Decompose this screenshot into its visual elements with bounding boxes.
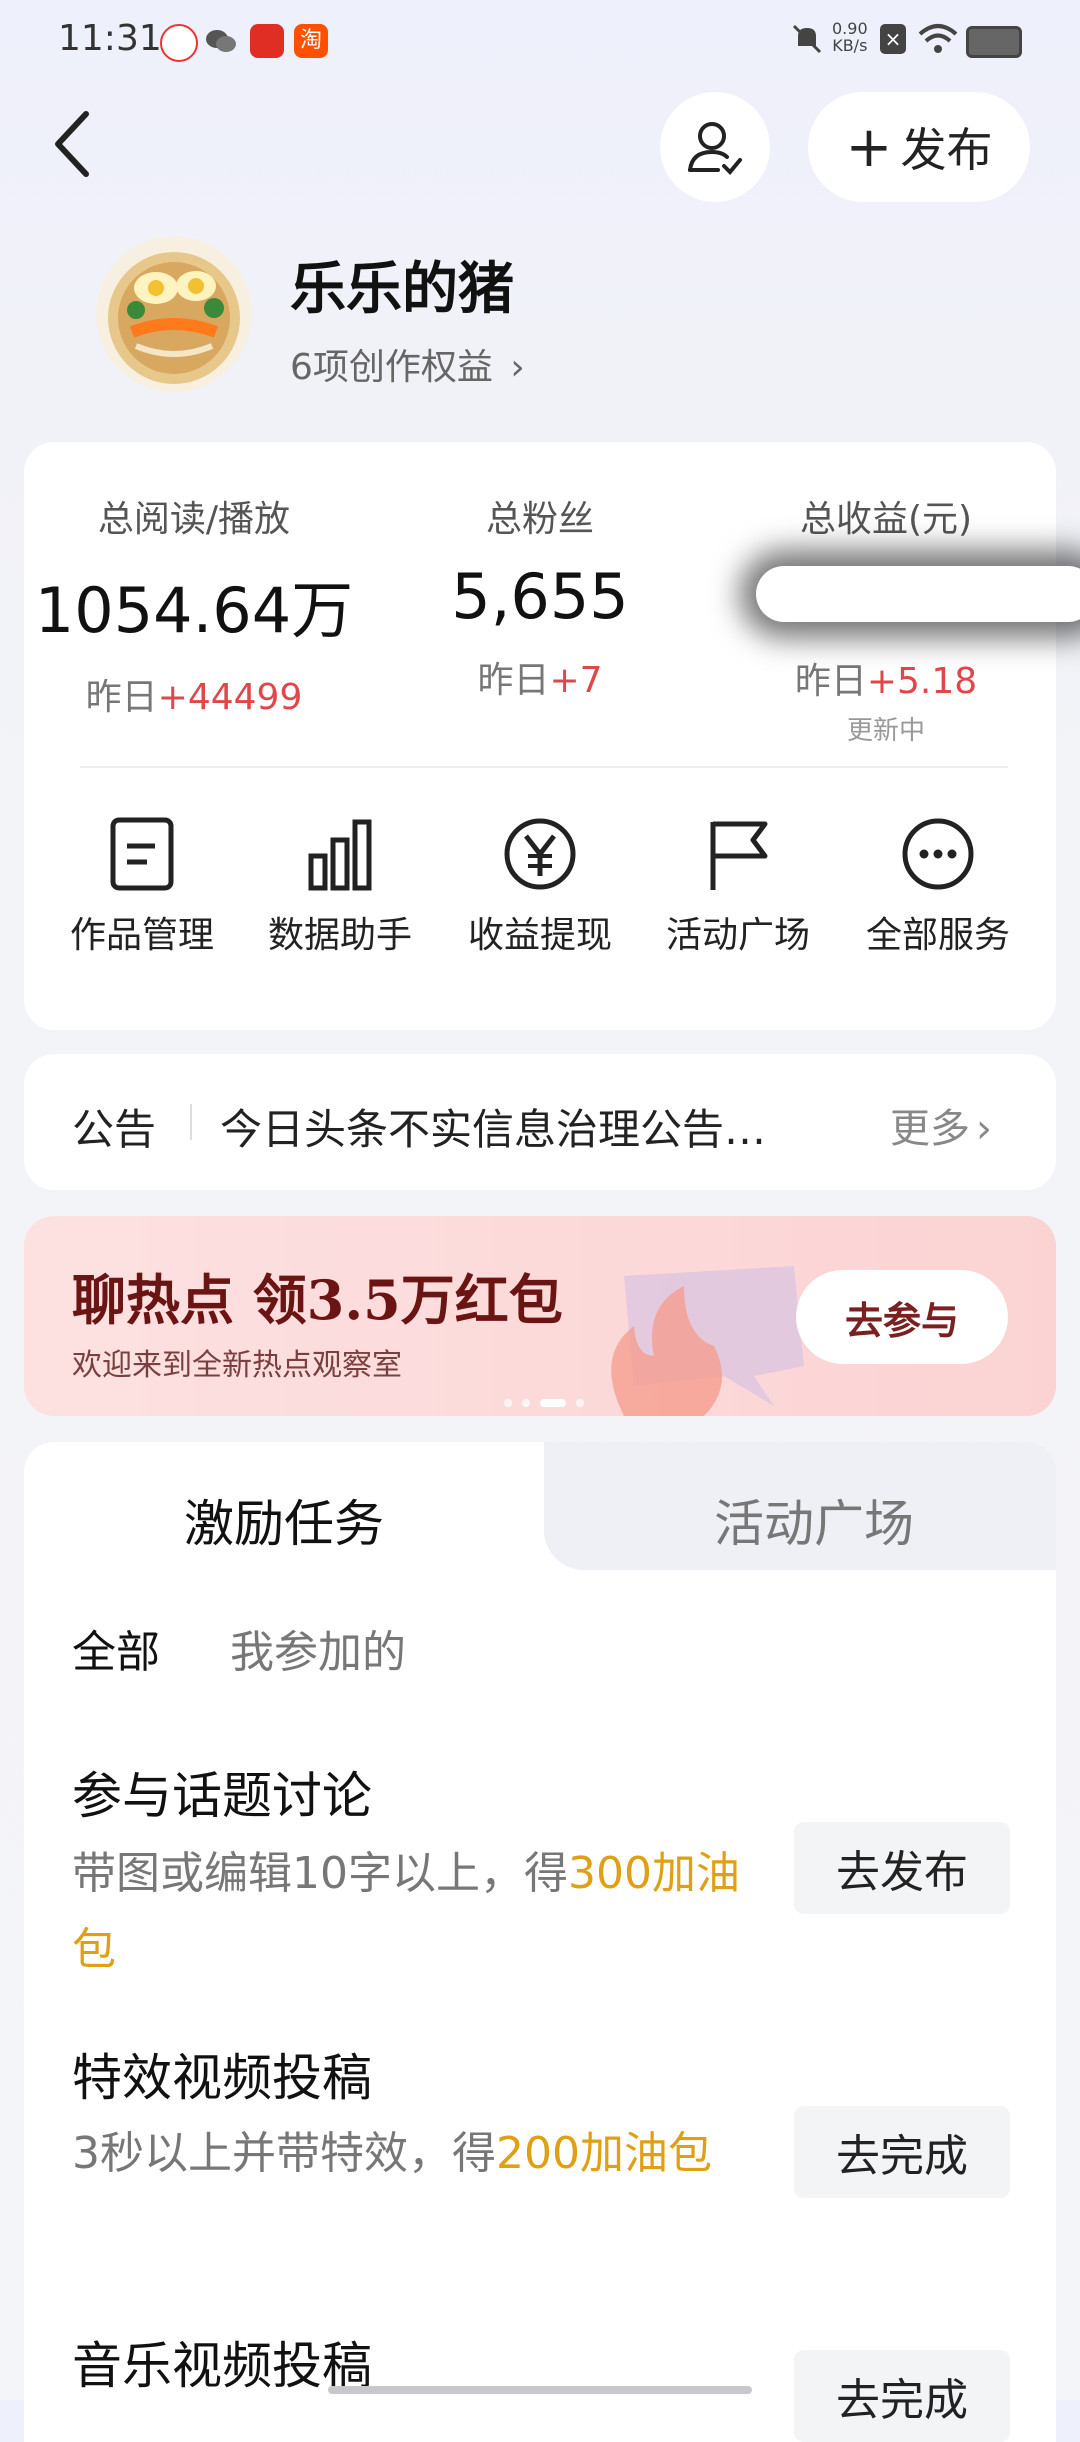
service-income-withdraw[interactable]: 收益提现 [442,816,638,958]
carousel-dot-active [540,1399,566,1407]
service-works-manage[interactable]: 作品管理 [44,816,240,958]
taobao-icon: 淘 [294,24,328,58]
creator-rights-label: 6项创作权益 [290,347,493,388]
wechat-icon [204,24,238,58]
back-button[interactable] [44,104,104,184]
service-label: 收益提现 [467,915,612,956]
service-activity-square[interactable]: 活动广场 [640,816,836,958]
app-red-icon [160,24,198,62]
close-box-icon: × [880,24,906,54]
task-desc: 带图或编辑10字以上，得300加油包 [72,1836,772,1988]
stat-yesterday-delta: +44499 [157,677,303,718]
stat-label: 总粉丝 [485,499,594,540]
publish-label: 发布 [900,123,993,177]
stat-updating-note: 更新中 [846,716,925,746]
stat-label: 总收益(元) [799,499,973,540]
task-reward: 200加油包 [496,2128,712,2179]
service-label: 全部服务 [865,915,1010,956]
mute-icon [790,22,824,60]
stat-total-reads[interactable]: 总阅读/播放 1054.64万 昨日+44499 [24,490,364,720]
notice-text: 今日头条不实信息治理公告… [220,1105,767,1154]
banner-subtitle: 欢迎来到全新热点观察室 [72,1348,402,1383]
profile-name: 乐乐的猪 [290,257,514,322]
carousel-dot [522,1399,530,1407]
tab-incentive-tasks[interactable]: 激励任务 [184,1484,384,1556]
task-title: 特效视频投稿 [72,2049,372,2107]
stat-value: 1054.64万 [34,574,354,647]
service-all-services[interactable]: 全部服务 [840,816,1036,958]
carousel-dot [576,1399,584,1407]
service-label: 活动广场 [665,915,810,956]
stat-value: 5,655 [451,560,629,633]
chevron-right-icon: › [976,1106,992,1152]
divider [80,766,1008,768]
notice-more-link[interactable]: 更多 › [890,1096,992,1154]
redaction-scribble [756,566,1080,622]
stat-yesterday: 昨日+7 [370,651,710,703]
go-complete-button[interactable]: 去完成 [794,2106,1010,2198]
stat-yesterday-label: 昨日 [477,660,550,701]
stat-total-fans[interactable]: 总粉丝 5,655 昨日+7 [370,490,710,703]
chevron-right-icon: › [510,347,525,388]
notice-bar[interactable]: 公告 今日头条不实信息治理公告… 更多 › [24,1054,1056,1190]
go-publish-button[interactable]: 去发布 [794,1822,1010,1914]
banner-title: 聊热点 领3.5万红包 [72,1268,563,1332]
stat-yesterday: 昨日+5.18 [716,652,1056,704]
document-icon [110,817,174,891]
stat-yesterday-label: 昨日 [794,661,867,702]
more-icon [902,818,974,890]
stat-total-income[interactable]: 总收益(元) 昨日+5.18 更新中 [716,490,1080,747]
publish-button[interactable]: + 发布 [808,92,1030,202]
status-time: 11:31 [58,18,162,59]
filter-all[interactable]: 全部 [72,1616,160,1680]
stat-yesterday: 昨日+44499 [24,668,364,720]
carousel-dots [504,1392,594,1411]
service-label: 作品管理 [69,915,214,956]
battery-icon [966,26,1022,58]
avatar[interactable] [96,236,252,392]
stat-value-redacted [716,560,1080,634]
bar-chart-icon [308,819,372,891]
pinduoduo-icon [250,24,284,58]
service-data-assistant[interactable]: 数据助手 [242,816,438,958]
task-desc-text: 带图或编辑10字以上，得 [72,1848,568,1899]
notice-label: 公告 [72,1105,157,1154]
divider [190,1104,192,1140]
flag-icon [710,821,768,890]
tab-activity-square[interactable]: 活动广场 [714,1484,914,1556]
chat-fire-illustration [611,1266,804,1416]
promo-banner[interactable]: 聊热点 领3.5万红包 欢迎来到全新热点观察室 去参与 [24,1216,1056,1416]
task-title: 音乐视频投稿 [72,2337,372,2395]
creator-rights-link[interactable]: 6项创作权益 › [290,338,525,390]
yuan-icon [504,818,576,890]
wifi-icon [918,22,958,60]
net-speed: 0.90 KB/s [832,20,868,54]
stat-yesterday-label: 昨日 [85,677,158,718]
task-title: 参与话题讨论 [72,1767,372,1825]
home-indicator[interactable] [328,2386,752,2394]
stat-label: 总阅读/播放 [97,499,291,540]
task-desc-text: 3秒以上并带特效，得 [72,2128,496,2179]
service-label: 数据助手 [267,915,412,956]
user-switch-button[interactable] [660,92,770,202]
tasks-panel: 激励任务 活动广场 全部 我参加的 参与话题讨论 带图或编辑10字以上，得300… [24,1442,1056,2442]
filter-joined[interactable]: 我参加的 [230,1616,406,1680]
stat-yesterday-delta: +7 [549,660,603,701]
carousel-dot [504,1399,512,1407]
status-bar: 11:31 淘 0.90 KB/s × [0,0,1080,80]
stat-yesterday-delta: +5.18 [866,661,978,702]
net-speed-unit: KB/s [832,36,868,55]
go-complete-button[interactable]: 去完成 [794,2350,1010,2442]
user-check-icon [688,122,742,175]
notice-more-label: 更多 [890,1106,970,1152]
chevron-left-icon [55,111,89,177]
task-desc: 3秒以上并带特效，得200加油包 [72,2116,832,2192]
join-button[interactable]: 去参与 [796,1270,1008,1364]
plus-icon: + [845,114,893,180]
net-speed-value: 0.90 [832,19,868,38]
